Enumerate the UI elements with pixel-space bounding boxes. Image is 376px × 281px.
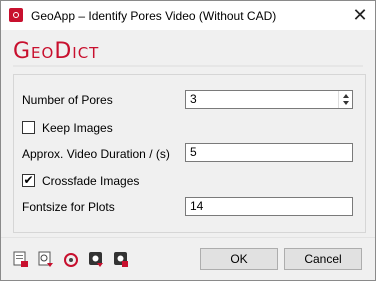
num-pores-spinbox[interactable]: 3 (185, 90, 353, 109)
geodict-logo: GeoDict (13, 39, 100, 64)
spin-down-icon[interactable] (343, 101, 349, 105)
title-bar: GeoApp – Identify Pores Video (Without C… (1, 1, 375, 30)
footer-divider (1, 237, 375, 238)
cancel-button[interactable]: Cancel (284, 248, 362, 270)
close-button[interactable]: ✕ (345, 1, 375, 30)
ok-button[interactable]: OK (200, 248, 278, 270)
header-divider (13, 65, 363, 67)
dialog-window: GeoApp – Identify Pores Video (Without C… (0, 0, 376, 281)
fontsize-input[interactable]: 14 (185, 197, 353, 216)
window-title: GeoApp – Identify Pores Video (Without C… (31, 9, 277, 23)
spin-arrows[interactable] (338, 91, 352, 108)
macro-stop-icon[interactable] (113, 251, 129, 268)
keep-images-checkbox[interactable] (22, 121, 35, 134)
load-settings-icon[interactable] (13, 251, 29, 268)
video-duration-value: 5 (190, 145, 197, 159)
video-duration-input[interactable]: 5 (185, 143, 353, 162)
keep-images-label: Keep Images (42, 121, 113, 135)
video-duration-label: Approx. Video Duration / (s) (22, 147, 170, 161)
save-settings-icon[interactable] (38, 251, 54, 268)
fontsize-value: 14 (190, 199, 204, 213)
crossfade-checkbox[interactable]: ✔ (22, 174, 35, 187)
geodict-app-icon (9, 8, 23, 22)
reset-settings-icon[interactable] (63, 251, 79, 268)
spin-up-icon[interactable] (343, 94, 349, 98)
fontsize-label: Fontsize for Plots (22, 200, 115, 214)
macro-record-icon[interactable] (88, 251, 104, 268)
num-pores-label: Number of Pores (22, 93, 113, 107)
crossfade-label: Crossfade Images (42, 174, 140, 188)
num-pores-value: 3 (190, 92, 197, 106)
